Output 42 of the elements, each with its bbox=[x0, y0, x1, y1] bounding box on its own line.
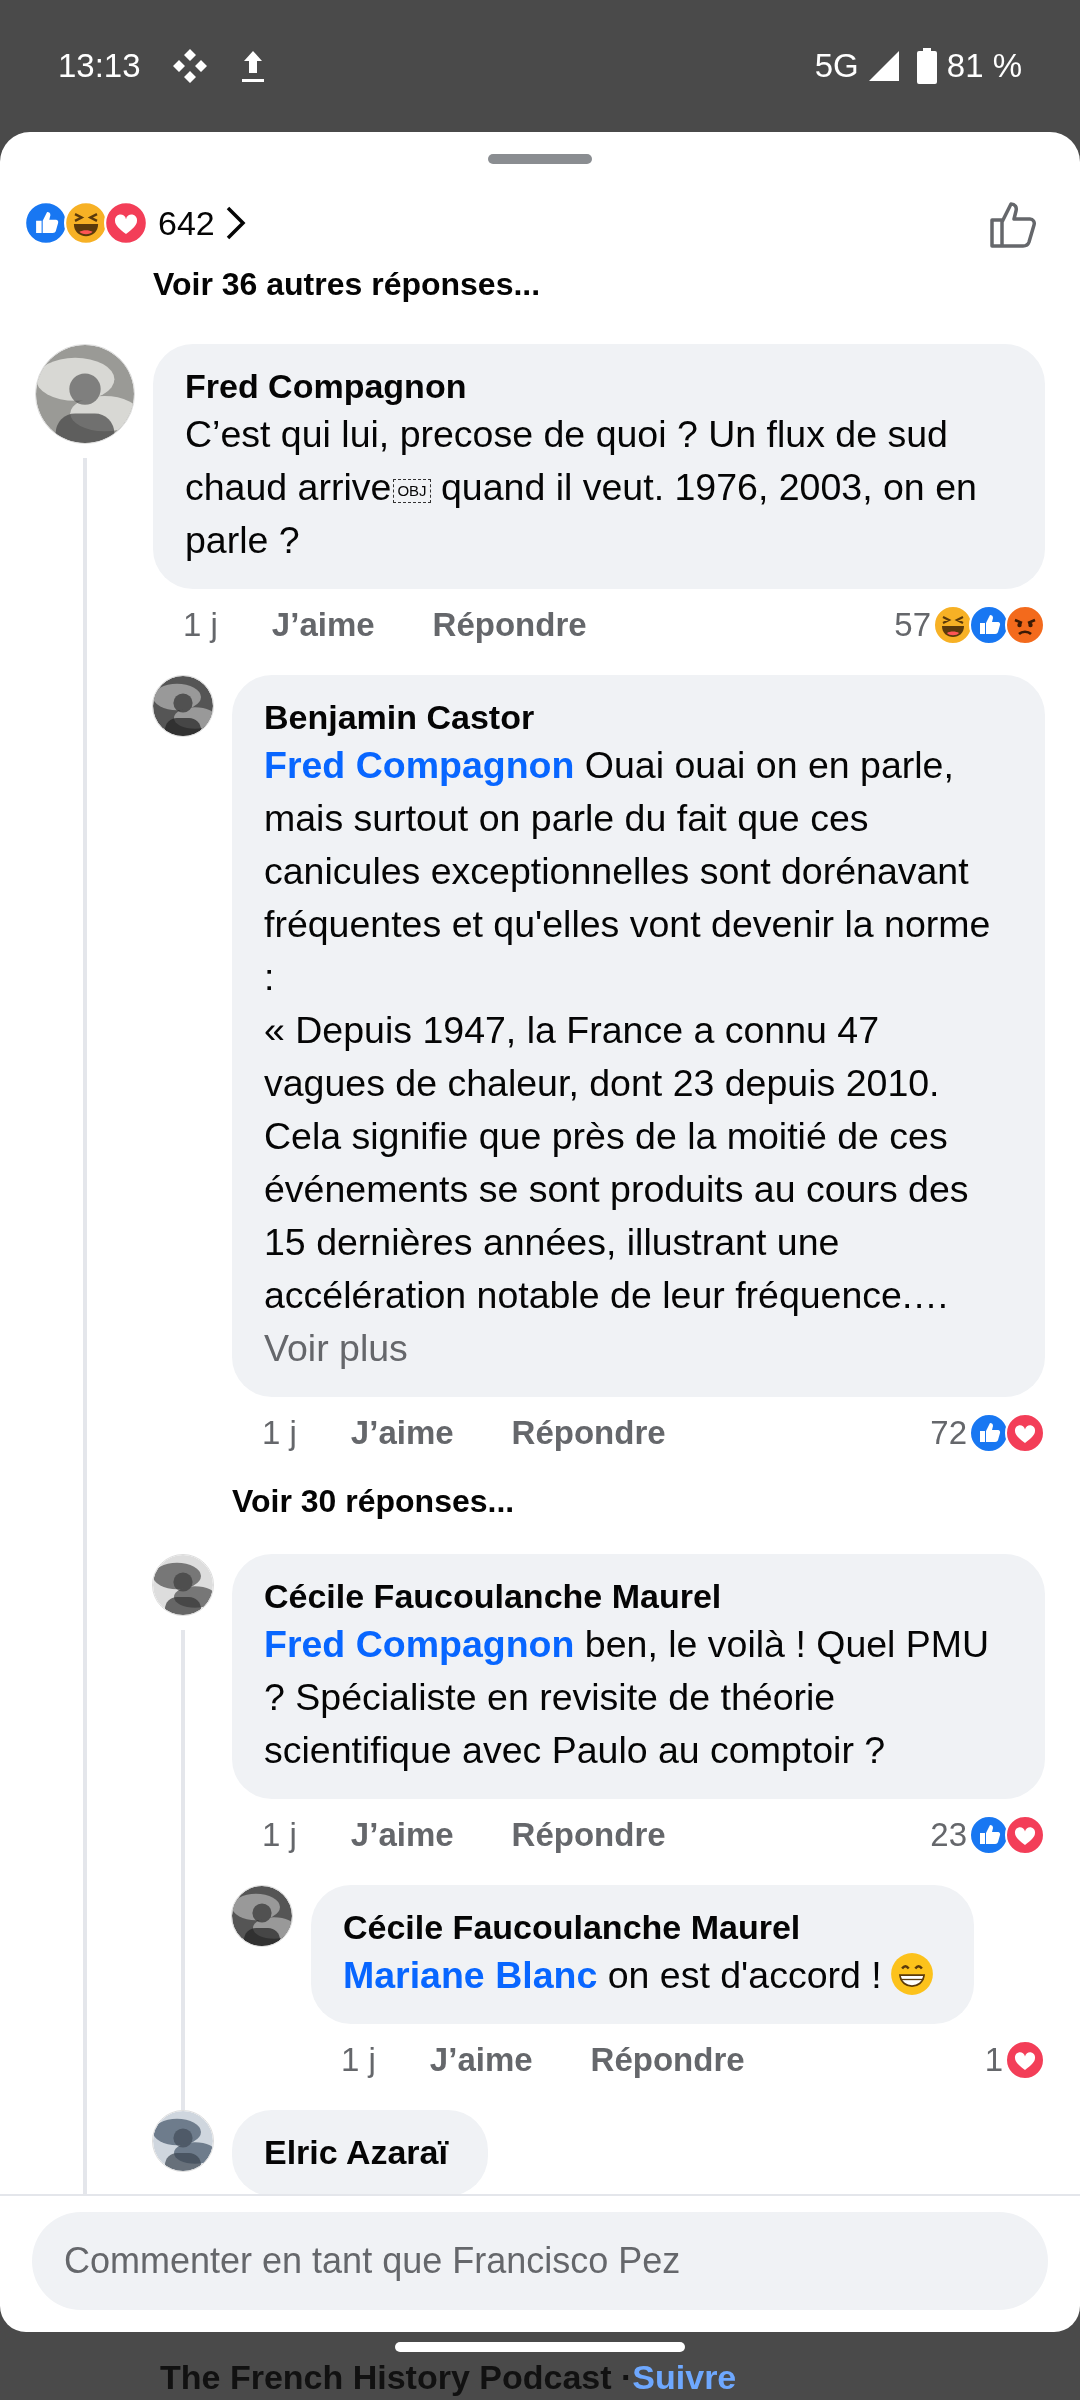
reaction-count: 1 bbox=[984, 2041, 1003, 2079]
reaction-total: 642 bbox=[158, 203, 215, 243]
reply-button[interactable]: Répondre bbox=[432, 606, 587, 644]
battery-icon bbox=[916, 48, 937, 84]
post-page-title: The French History Podcast · bbox=[160, 2358, 633, 2397]
follow-link[interactable]: Suivre bbox=[632, 2358, 737, 2397]
reply-button[interactable]: Répondre bbox=[590, 2041, 745, 2079]
comment-time: 1 j bbox=[341, 2041, 376, 2079]
reaction-count: 57 bbox=[894, 606, 931, 644]
reply-button[interactable]: Répondre bbox=[511, 1816, 666, 1854]
comment-text: C’est qui lui, precose de quoi ? Un flux de sud chaud arrive OBJ quand il veut. 1976, 2003, on en parle ? bbox=[185, 412, 978, 563]
like-button[interactable]: J’aime bbox=[429, 2041, 533, 2079]
more-replies-link[interactable]: Voir 30 réponses... bbox=[232, 1483, 1045, 1520]
comment-author: Fred Compagnon bbox=[185, 366, 468, 407]
reaction-count: 23 bbox=[930, 1816, 967, 1854]
object-placeholder-field: OBJ bbox=[393, 479, 431, 503]
comment-author: Elric Azaraï bbox=[264, 2132, 448, 2173]
battery-level: 81 % bbox=[946, 47, 1022, 85]
reply-button[interactable]: Répondre bbox=[511, 1414, 666, 1452]
network-type: 5G bbox=[814, 47, 859, 85]
comment-author: Benjamin Castor bbox=[264, 697, 536, 738]
grinning-emoji-icon bbox=[889, 1952, 934, 1996]
like-button[interactable]: J’aime bbox=[350, 1414, 454, 1452]
like-button[interactable]: J’aime bbox=[350, 1816, 454, 1854]
mention-link[interactable]: Mariane Blanc bbox=[343, 1954, 598, 1996]
comment-text: Fred Compagnon Ouai ouai on en parle, mais surtout on parle du fait que ces canicules exceptionnelles sont dorénavant fréquentes et qu'elles vont devenir la norme : « Depuis 1947, la France a connu 47 vagues de chaleur, dont 23 depuis 2010. Cela signifie que près de la moitié de ces événements se sont produits au cours des 15 dernières années, illustrant une accélération notable de leur fréquence.… Voir plus bbox=[264, 743, 992, 1371]
like-button[interactable]: J’aime bbox=[271, 606, 375, 644]
reaction-count: 72 bbox=[930, 1414, 967, 1452]
comment-text: Fred Compagnon ben, le voilà ! Quel PMU ? Spécialiste en revisite de théorie scientifique avec Paulo au comptoir ? bbox=[264, 1622, 991, 1773]
mention-link[interactable]: Fred Compagnon bbox=[264, 744, 575, 786]
comment-author: Cécile Faucoulanche Maurel bbox=[264, 1576, 723, 1617]
comment-author: Cécile Faucoulanche Maurel bbox=[343, 1907, 802, 1948]
see-more-link[interactable]: Voir plus bbox=[264, 1327, 408, 1369]
comment-text: Mariane Blanc on est d'accord ! bbox=[343, 1949, 934, 2002]
comment-time: 1 j bbox=[183, 606, 218, 644]
comment-input[interactable]: Commenter en tant que Francisco Pez bbox=[32, 2212, 1048, 2310]
previous-replies-link[interactable]: Voir 36 autres réponses... bbox=[153, 268, 1045, 300]
status-time: 13:13 bbox=[58, 47, 141, 85]
comment-time: 1 j bbox=[262, 1816, 297, 1854]
comment-time: 1 j bbox=[262, 1414, 297, 1452]
drag-handle[interactable] bbox=[488, 154, 592, 164]
mention-link[interactable]: Fred Compagnon bbox=[264, 1623, 575, 1665]
